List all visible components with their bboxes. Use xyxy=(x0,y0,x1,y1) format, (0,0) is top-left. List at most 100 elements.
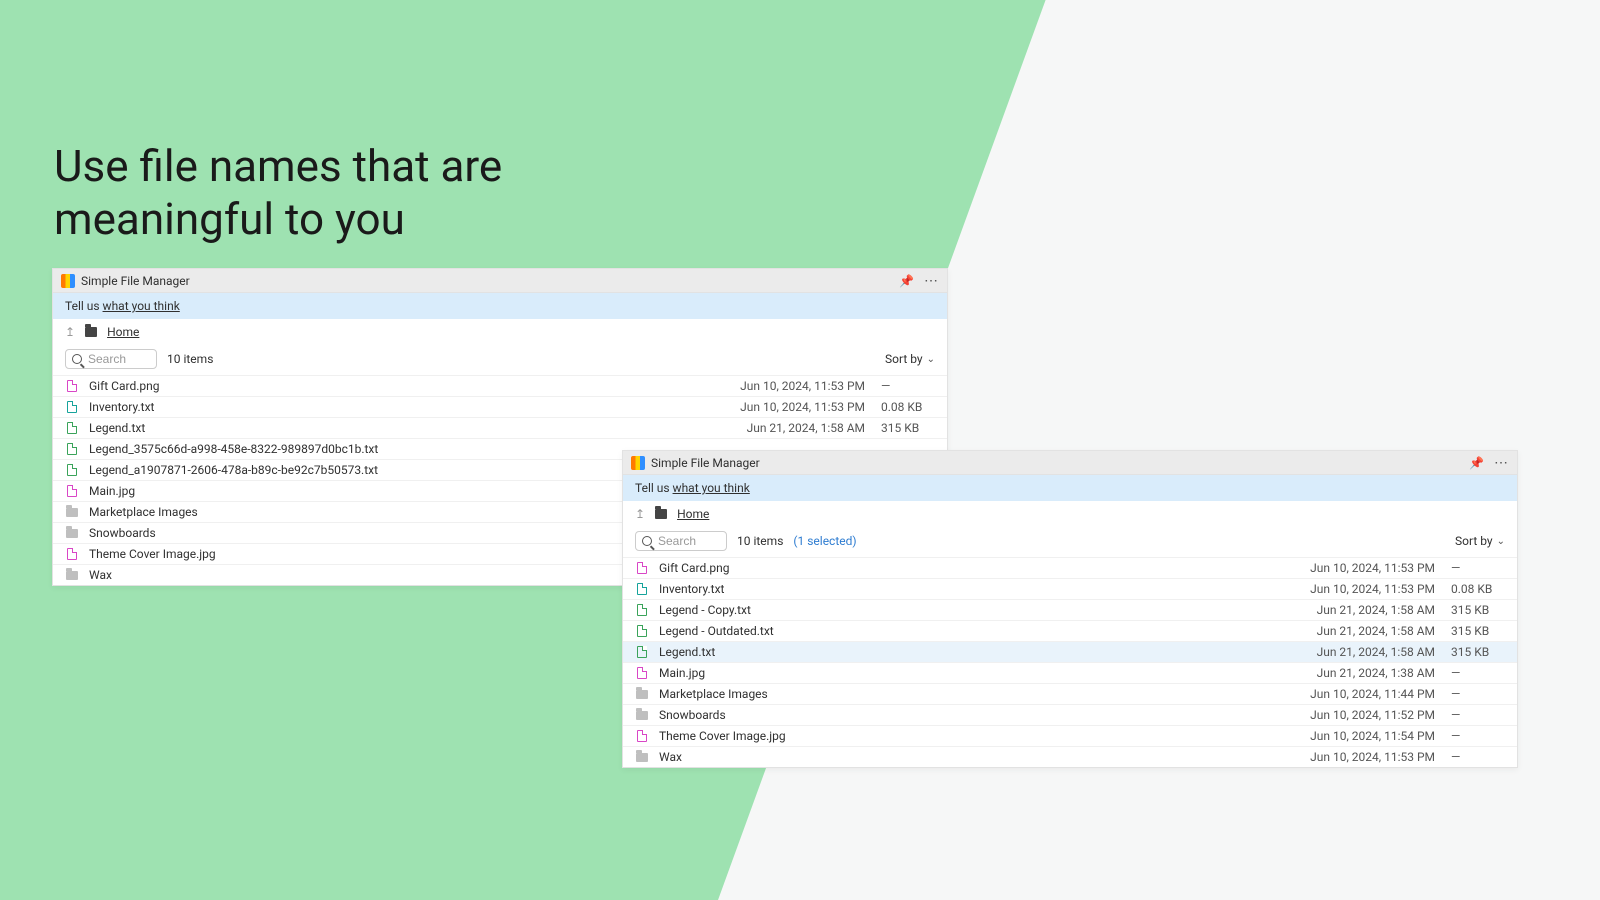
sort-button[interactable]: Sort by ⌄ xyxy=(885,352,935,366)
file-row[interactable]: Gift Card.pngJun 10, 2024, 11:53 PM— xyxy=(53,375,947,396)
file-icon xyxy=(635,604,649,616)
more-icon[interactable]: ⋯ xyxy=(924,273,939,289)
file-row[interactable]: Gift Card.pngJun 10, 2024, 11:53 PM— xyxy=(623,557,1517,578)
file-date: Jun 10, 2024, 11:54 PM xyxy=(1265,729,1435,743)
file-row[interactable]: Legend.txtJun 21, 2024, 1:58 AM315 KB xyxy=(623,641,1517,662)
pin-icon[interactable]: 📌 xyxy=(1469,456,1484,470)
search-icon xyxy=(72,354,82,364)
file-name: Theme Cover Image.jpg xyxy=(659,729,1265,743)
folder-icon xyxy=(65,529,79,538)
file-row[interactable]: WaxJun 10, 2024, 11:53 PM— xyxy=(623,746,1517,767)
app-title: Simple File Manager xyxy=(651,456,760,470)
file-size: 315 KB xyxy=(1435,624,1505,638)
search-input-wrap[interactable] xyxy=(65,349,157,369)
item-count: 10 items xyxy=(737,534,783,548)
file-icon xyxy=(635,583,649,595)
file-name: Legend.txt xyxy=(659,645,1265,659)
file-name: Legend - Outdated.txt xyxy=(659,624,1265,638)
breadcrumb-home[interactable]: Home xyxy=(107,325,139,339)
file-name: Inventory.txt xyxy=(659,582,1265,596)
sort-button[interactable]: Sort by ⌄ xyxy=(1455,534,1505,548)
titlebar: Simple File Manager 📌 ⋯ xyxy=(623,451,1517,475)
chevron-down-icon: ⌄ xyxy=(1497,536,1505,547)
file-date: Jun 21, 2024, 1:38 AM xyxy=(1265,666,1435,680)
file-name: Theme Cover Image.jpg xyxy=(89,547,695,561)
file-size: — xyxy=(1435,561,1505,575)
toolbar: 10 items Sort by ⌄ xyxy=(53,345,947,375)
folder-icon xyxy=(85,327,97,337)
file-name: Legend_a1907871-2606-478a-b89c-be92c7b50… xyxy=(89,463,695,477)
file-name: Marketplace Images xyxy=(89,505,695,519)
file-size: 0.08 KB xyxy=(865,400,935,414)
chevron-down-icon: ⌄ xyxy=(927,354,935,365)
heading-line-1: Use file names that are xyxy=(54,140,502,192)
file-date: Jun 10, 2024, 11:53 PM xyxy=(695,379,865,393)
feedback-banner[interactable]: Tell us what you think xyxy=(53,293,947,319)
feedback-banner[interactable]: Tell us what you think xyxy=(623,475,1517,501)
folder-icon xyxy=(635,753,649,762)
file-name: Wax xyxy=(659,750,1265,764)
file-size: — xyxy=(1435,750,1505,764)
file-name: Marketplace Images xyxy=(659,687,1265,701)
app-icon xyxy=(631,456,645,470)
selected-count[interactable]: (1 selected) xyxy=(793,534,856,548)
banner-link[interactable]: what you think xyxy=(103,299,180,313)
file-size: 315 KB xyxy=(1435,603,1505,617)
toolbar: 10 items (1 selected) Sort by ⌄ xyxy=(623,527,1517,557)
folder-icon xyxy=(635,711,649,720)
file-row[interactable]: Legend - Copy.txtJun 21, 2024, 1:58 AM31… xyxy=(623,599,1517,620)
file-row[interactable]: Marketplace ImagesJun 10, 2024, 11:44 PM… xyxy=(623,683,1517,704)
item-count: 10 items xyxy=(167,352,213,366)
folder-icon xyxy=(65,571,79,580)
file-name: Gift Card.png xyxy=(89,379,695,393)
file-row[interactable]: SnowboardsJun 10, 2024, 11:52 PM— xyxy=(623,704,1517,725)
file-row[interactable]: Inventory.txtJun 10, 2024, 11:53 PM0.08 … xyxy=(623,578,1517,599)
file-date: Jun 10, 2024, 11:53 PM xyxy=(1265,750,1435,764)
file-name: Snowboards xyxy=(659,708,1265,722)
file-date: Jun 10, 2024, 11:53 PM xyxy=(695,400,865,414)
sort-label: Sort by xyxy=(1455,534,1493,548)
file-name: Gift Card.png xyxy=(659,561,1265,575)
file-date: Jun 10, 2024, 11:52 PM xyxy=(1265,708,1435,722)
slide-heading: Use file names that are meaningful to yo… xyxy=(54,140,502,246)
file-icon xyxy=(65,380,79,392)
file-row[interactable]: Legend.txtJun 21, 2024, 1:58 AM315 KB xyxy=(53,417,947,438)
more-icon[interactable]: ⋯ xyxy=(1494,455,1509,471)
file-row[interactable]: Theme Cover Image.jpgJun 10, 2024, 11:54… xyxy=(623,725,1517,746)
file-size: 315 KB xyxy=(1435,645,1505,659)
file-size: — xyxy=(1435,687,1505,701)
search-input-wrap[interactable] xyxy=(635,531,727,551)
up-arrow-icon[interactable]: ↥ xyxy=(635,507,645,521)
file-size: 0.08 KB xyxy=(1435,582,1505,596)
file-row[interactable]: Main.jpgJun 21, 2024, 1:38 AM— xyxy=(623,662,1517,683)
file-date: Jun 10, 2024, 11:44 PM xyxy=(1265,687,1435,701)
file-icon xyxy=(635,646,649,658)
breadcrumb: ↥ Home xyxy=(623,501,1517,527)
file-name: Inventory.txt xyxy=(89,400,695,414)
up-arrow-icon[interactable]: ↥ xyxy=(65,325,75,339)
sort-label: Sort by xyxy=(885,352,923,366)
file-icon xyxy=(635,562,649,574)
file-name: Legend - Copy.txt xyxy=(659,603,1265,617)
pin-icon[interactable]: 📌 xyxy=(899,274,914,288)
file-row[interactable]: Inventory.txtJun 10, 2024, 11:53 PM0.08 … xyxy=(53,396,947,417)
file-date: Jun 10, 2024, 11:53 PM xyxy=(1265,582,1435,596)
search-input[interactable] xyxy=(88,352,148,366)
file-date: Jun 21, 2024, 1:58 AM xyxy=(1265,645,1435,659)
file-icon xyxy=(65,485,79,497)
breadcrumb-home[interactable]: Home xyxy=(677,507,709,521)
file-name: Legend_3575c66d-a998-458e-8322-989897d0b… xyxy=(89,442,695,456)
file-icon xyxy=(65,422,79,434)
banner-prefix: Tell us xyxy=(65,299,103,313)
banner-prefix: Tell us xyxy=(635,481,673,495)
folder-icon xyxy=(635,690,649,699)
file-date: Jun 21, 2024, 1:58 AM xyxy=(1265,603,1435,617)
file-icon xyxy=(65,548,79,560)
file-row[interactable]: Legend - Outdated.txtJun 21, 2024, 1:58 … xyxy=(623,620,1517,641)
folder-icon xyxy=(65,508,79,517)
banner-link[interactable]: what you think xyxy=(673,481,750,495)
file-size: — xyxy=(1435,729,1505,743)
file-icon xyxy=(635,667,649,679)
file-name: Main.jpg xyxy=(659,666,1265,680)
search-input[interactable] xyxy=(658,534,718,548)
